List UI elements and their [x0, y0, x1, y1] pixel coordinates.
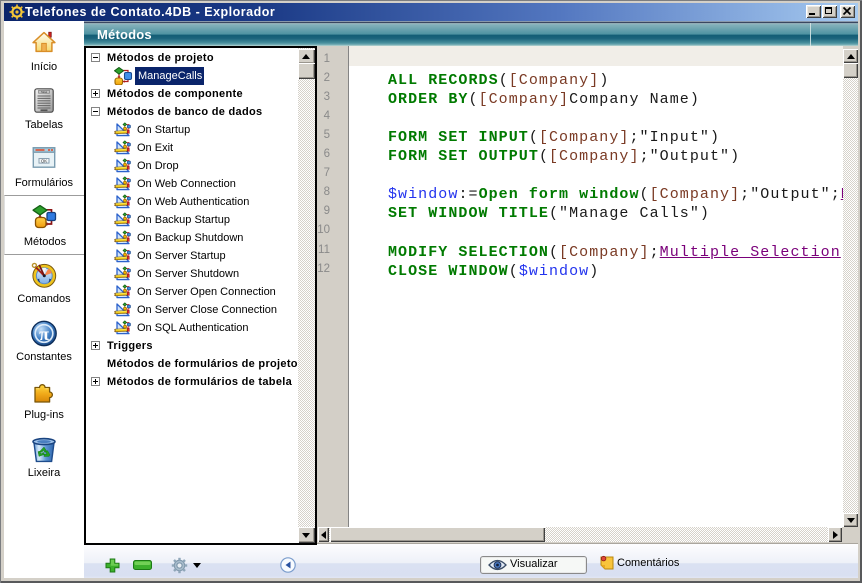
- svg-text:π: π: [39, 324, 49, 344]
- svg-text:OK: OK: [41, 158, 47, 163]
- svg-text:Tabel: Tabel: [41, 90, 48, 94]
